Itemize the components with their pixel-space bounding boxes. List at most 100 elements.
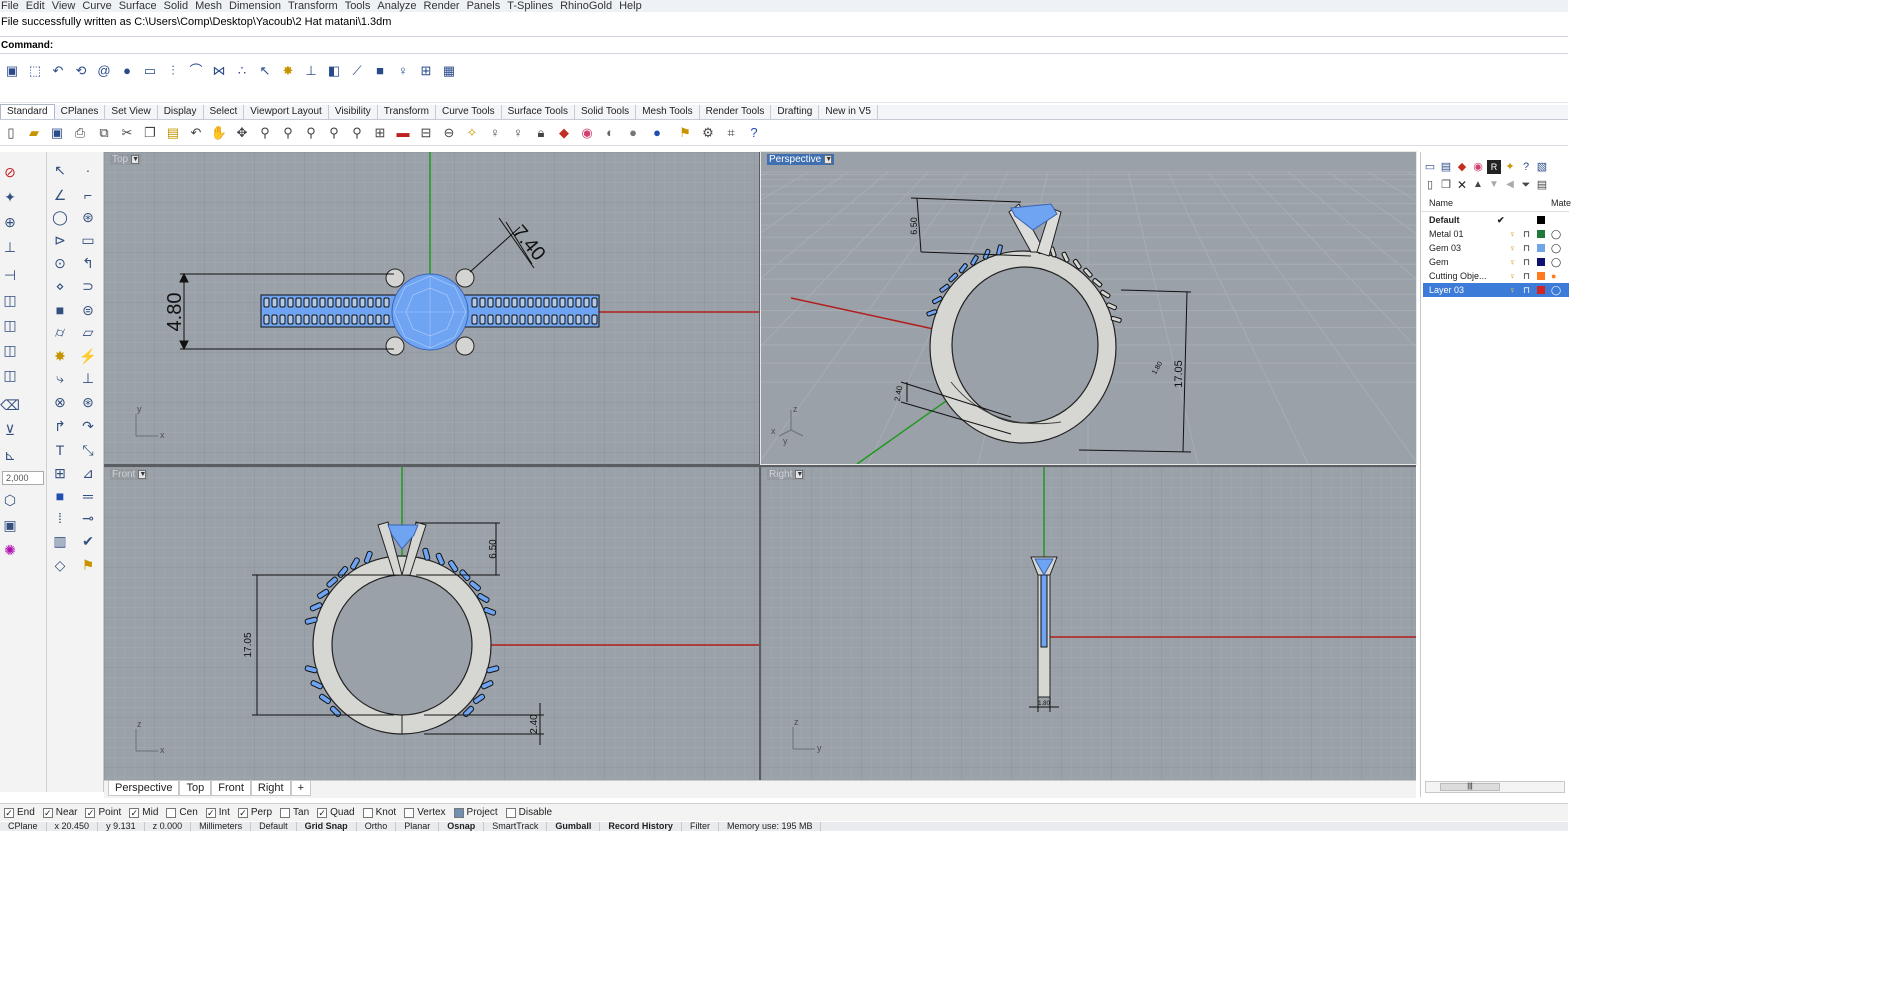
checkbox[interactable]: ✓ xyxy=(4,807,14,818)
checkbox[interactable] xyxy=(453,807,464,818)
scale-arrow-icon[interactable]: ⤡ xyxy=(78,440,98,460)
vptab-top[interactable]: Top xyxy=(179,781,212,796)
chevron-down-icon[interactable]: ▼ xyxy=(131,155,140,164)
viewport-front[interactable]: 6.50 17.05 2.40 x z Front ▼ xyxy=(104,467,759,780)
layer-color-swatch[interactable] xyxy=(1537,244,1545,252)
tab-viewport-layout[interactable]: Viewport Layout xyxy=(244,105,329,119)
tab-display[interactable]: Display xyxy=(158,105,204,119)
branch-icon[interactable]: ⊥ xyxy=(0,237,20,257)
menu-solid[interactable]: Solid xyxy=(163,0,194,12)
print-icon[interactable]: ⎙ xyxy=(71,124,89,142)
stone-setting-icon[interactable]: ⊻ xyxy=(0,420,20,440)
layer-row-layer03[interactable]: Layer 03 ♀ ⊓ ◯ xyxy=(1423,283,1569,297)
material-circle-icon[interactable]: ◯ xyxy=(1551,227,1561,241)
gem-tool-icon[interactable]: ⬡ xyxy=(0,490,20,510)
bulb-icon[interactable]: ♀ xyxy=(1509,255,1516,269)
zoom-all-icon[interactable]: ⚲ xyxy=(348,124,366,142)
spiral-icon[interactable]: @ xyxy=(95,62,113,80)
photo-icon[interactable]: ▣ xyxy=(0,515,20,535)
menu-analyze[interactable]: Analyze xyxy=(376,0,422,12)
target-icon[interactable]: ⊕ xyxy=(0,212,20,232)
osnap-perp[interactable]: ✓ Perp xyxy=(237,807,272,818)
undo-icon[interactable]: ↶ xyxy=(187,124,205,142)
tab-new-in-v5[interactable]: New in V5 xyxy=(819,105,878,119)
tab-select[interactable]: Select xyxy=(204,105,245,119)
status-units[interactable]: Millimeters xyxy=(191,822,252,831)
checkbox[interactable]: ✓ xyxy=(85,807,96,818)
checkbox[interactable]: ✓ xyxy=(129,807,140,818)
menu-edit[interactable]: Edit xyxy=(25,0,51,12)
circle-pts-icon[interactable]: ⊛ xyxy=(78,207,98,227)
help-panel-icon[interactable]: ? xyxy=(1519,160,1533,174)
menu-surface[interactable]: Surface xyxy=(118,0,163,12)
scrollbar-thumb[interactable]: ||| xyxy=(1440,783,1500,791)
rectangle-icon[interactable]: ▭ xyxy=(78,230,98,250)
color-wheel-icon[interactable]: ◉ xyxy=(1471,160,1485,174)
solid-cube-icon[interactable]: ■ xyxy=(50,486,70,506)
bulb-icon[interactable]: ♀ xyxy=(1509,241,1516,255)
unlock-icon[interactable]: ⊓ xyxy=(1523,241,1530,255)
tab-render-tools[interactable]: Render Tools xyxy=(700,105,772,119)
align-icon[interactable]: ⊥ xyxy=(78,368,98,388)
material-icon[interactable]: ◆ xyxy=(555,124,573,142)
chevron-down-icon[interactable]: ▼ xyxy=(795,470,804,479)
layer-row-cutting[interactable]: Cutting Obje... ♀ ⊓ ● xyxy=(1423,269,1569,283)
status-planar[interactable]: Planar xyxy=(396,822,440,831)
checkbox[interactable] xyxy=(280,807,291,818)
step-input[interactable]: 2,000 xyxy=(2,471,44,485)
checkbox[interactable] xyxy=(166,807,177,818)
ellipse-icon[interactable]: ⊙ xyxy=(50,253,70,273)
polyline-icon[interactable]: ∠ xyxy=(50,185,70,205)
lightning-icon[interactable]: ⚡ xyxy=(78,346,98,366)
zoom-icon[interactable]: ⚲ xyxy=(256,124,274,142)
viewport-top[interactable]: 4.80 7.40 x y Top ▼ xyxy=(104,152,759,464)
tab-mesh-tools[interactable]: Mesh Tools xyxy=(636,105,700,119)
cursor-icon[interactable]: ↖ xyxy=(256,62,274,80)
osnap-end[interactable]: ✓ End xyxy=(4,807,35,818)
menu-mesh[interactable]: Mesh xyxy=(194,0,228,12)
tab-drafting[interactable]: Drafting xyxy=(771,105,820,119)
move-up-icon[interactable]: ▲ xyxy=(1471,178,1485,192)
viewport-right[interactable]: 1.80 y z Right ▼ xyxy=(761,467,1416,780)
horizontal-scrollbar[interactable]: ||| xyxy=(1425,781,1565,793)
bulb-icon[interactable]: ♀ xyxy=(1509,227,1516,241)
vptab-perspective[interactable]: Perspective xyxy=(108,781,180,796)
move-icon[interactable]: ✥ xyxy=(233,124,251,142)
menu-file[interactable]: File xyxy=(0,0,25,12)
tab-cplanes[interactable]: CPlanes xyxy=(55,105,106,119)
gear-purple-icon[interactable]: ✺ xyxy=(0,540,20,560)
cube-icon[interactable]: ◧ xyxy=(325,62,343,80)
scale-icon[interactable]: ⊣ xyxy=(0,265,20,285)
layer-color-swatch[interactable] xyxy=(1537,272,1545,280)
check-icon[interactable]: ✔ xyxy=(78,531,98,551)
layer-row-metal[interactable]: Metal 01 ♀ ⊓ ◯ xyxy=(1423,227,1569,241)
box-select-icon[interactable]: ◫ xyxy=(0,365,20,385)
import-icon[interactable]: ⧉ xyxy=(95,124,113,142)
bend-icon[interactable]: ↱ xyxy=(50,416,70,436)
curve-icon[interactable]: ⌒ xyxy=(187,62,205,80)
shade-icon[interactable]: ◐ xyxy=(601,124,619,142)
stop-icon[interactable]: ⊘ xyxy=(0,162,20,182)
vector-icon[interactable]: ⊾ xyxy=(0,445,20,465)
grid-icon[interactable]: ⊞ xyxy=(417,62,435,80)
menu-dimension[interactable]: Dimension xyxy=(228,0,287,12)
tab-standard[interactable]: Standard xyxy=(0,104,55,119)
checkbox[interactable] xyxy=(505,807,516,818)
material-circle-icon[interactable]: ◯ xyxy=(1551,241,1561,255)
gear-tool-icon[interactable]: ✸ xyxy=(50,346,70,366)
osnap-project[interactable]: Project xyxy=(453,807,498,818)
osnap-cen[interactable]: Cen xyxy=(166,807,198,818)
menu-view[interactable]: View xyxy=(51,0,82,12)
lock-icon[interactable]: 🔒︎ xyxy=(532,124,550,142)
sphere-icon[interactable]: ● xyxy=(118,62,136,80)
paste-icon[interactable]: ▤ xyxy=(164,124,182,142)
menu-rhinogold[interactable]: RhinoGold xyxy=(559,0,618,12)
save-icon[interactable]: ▣ xyxy=(48,124,66,142)
cut-icon[interactable]: ✂ xyxy=(118,124,136,142)
cplane-icon[interactable]: ⊟ xyxy=(417,124,435,142)
rotate-icon[interactable]: ⟲ xyxy=(72,62,90,80)
status-smarttrack[interactable]: SmartTrack xyxy=(484,822,548,831)
osnap-knot[interactable]: Knot xyxy=(362,807,396,818)
osnap-vertex[interactable]: Vertex xyxy=(404,807,446,818)
paint-icon[interactable]: ⚑ xyxy=(78,555,98,575)
